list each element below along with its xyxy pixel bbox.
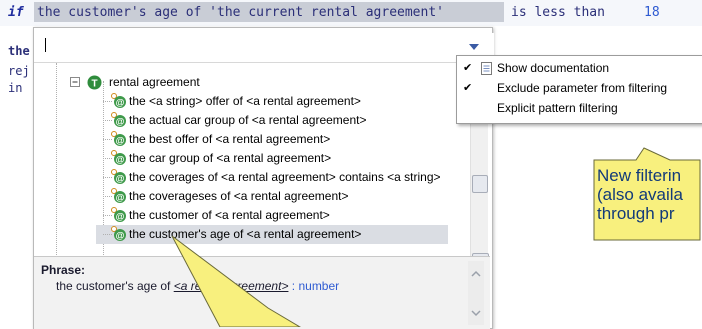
tree-item[interactable]: @ the coverages of <a rental agreement> c… [96,168,448,187]
tree-item-label: the actual car group of <a rental agreem… [129,113,367,127]
scroll-arrows-icon [471,270,481,317]
tree-item[interactable]: @ the best offer of <a rental agreement> [96,130,448,149]
attribute-icon: @ [111,188,126,203]
if-keyword: if [8,5,24,20]
editor-code-line[interactable]: if the customer's age of 'the current re… [0,0,702,26]
svg-text:@: @ [116,117,125,127]
collapse-icon[interactable] [70,77,81,88]
tree-root-rental-agreement[interactable]: T rental agreement [70,73,410,92]
tree-guide-line [56,63,57,277]
attribute-icon: @ [111,207,126,222]
attribute-icon: @ [111,131,126,146]
menu-item-explicit-pattern[interactable]: Explicit pattern filtering [457,99,702,118]
menu-item-show-documentation[interactable]: ✔ Show documentation [457,59,702,78]
phrase-scrollbar[interactable] [468,261,484,325]
tree-root-label: rental agreement [109,75,200,89]
svg-text:@: @ [116,212,125,222]
document-icon [481,62,492,75]
type-icon: T [87,75,102,90]
callout-pointer-shape [171,236,301,327]
chevron-down-icon [469,44,479,50]
svg-text:@: @ [116,98,125,108]
tree-item[interactable]: @ the actual car group of <a rental agree… [96,111,448,130]
callout-line: New filterin [597,166,682,185]
highlighted-phrase[interactable]: the customer's age of 'the current renta… [37,5,444,20]
tree-item[interactable]: @ the <a string> offer of <a rental agree… [96,92,448,111]
attribute-icon: @ [111,112,126,127]
svg-text:@: @ [116,193,125,203]
attribute-icon: @ [111,169,126,184]
then-keyword-fragment: the [8,44,30,58]
condition-operator: is less than [511,5,605,20]
in-fragment: in [8,81,23,95]
callout-line: (also availa [597,185,683,204]
callout-text: New filterin (also availa through pr [597,166,683,223]
phrase-title: Phrase: [41,263,86,277]
scrollbar-thumb[interactable] [472,175,488,193]
svg-text:@: @ [116,136,125,146]
menu-label: Explicit pattern filtering [497,101,618,115]
menu-label: Show documentation [497,61,610,75]
text-caret [45,38,46,52]
tree-item-label: the <a string> offer of <a rental agreem… [129,94,361,108]
filter-options-menu: ✔ Show documentation ✔ Exclude parameter… [456,55,702,124]
callout-line: through pr [597,204,675,223]
condition-number: 18 [644,5,660,20]
menu-item-exclude-parameter[interactable]: ✔ Exclude parameter from filtering [457,79,702,98]
filter-options-dropdown[interactable] [466,40,482,54]
attribute-icon: @ [111,226,126,241]
svg-text:@: @ [116,174,125,184]
svg-text:@: @ [116,231,125,241]
svg-text:T: T [91,79,97,90]
attribute-icon: @ [111,150,126,165]
tree-item-label: the best offer of <a rental agreement> [129,132,331,146]
tree-item-label: the customer of <a rental agreement> [129,208,330,222]
completion-search-input[interactable] [38,33,494,55]
check-icon: ✔ [463,82,473,94]
menu-label: Exclude parameter from filtering [497,81,668,95]
attribute-icon: @ [111,93,126,108]
svg-text:@: @ [116,155,125,165]
tree-item[interactable]: @ the coverageses of <a rental agreement> [96,187,448,206]
reject-fragment: rej [8,64,30,78]
tree-item[interactable]: @ the customer of <a rental agreement> [96,206,448,225]
tree-item-label: the car group of <a rental agreement> [129,151,332,165]
check-icon: ✔ [463,62,473,74]
tree-item-label: the coverageses of <a rental agreement> [129,189,349,203]
tree-item-label: the coverages of <a rental agreement> co… [129,170,441,184]
tree-item[interactable]: @ the car group of <a rental agreement> [96,149,448,168]
